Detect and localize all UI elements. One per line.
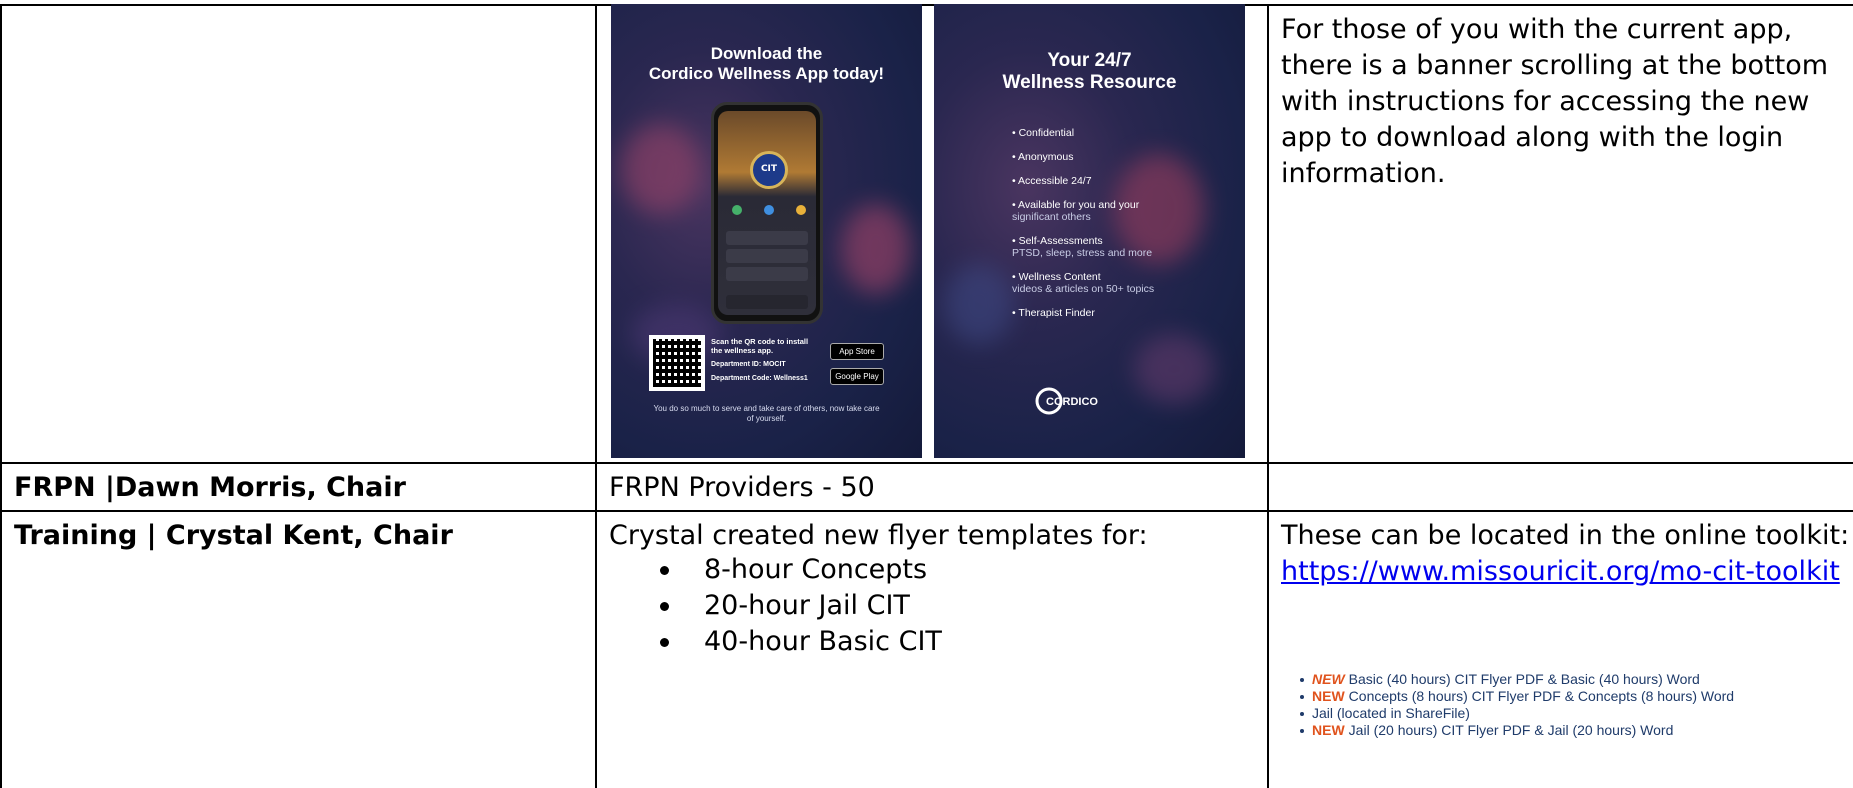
- training-heading: Training | Crystal Kent, Chair: [14, 520, 453, 551]
- feature-item: • Anonymous: [1012, 151, 1074, 163]
- toolkit-item-text: Jail (located in ShareFile): [1312, 705, 1470, 721]
- row1-col3-text: For those of you with the current app, t…: [1281, 14, 1829, 189]
- row2-col1-cell: FRPN |Dawn Morris, Chair: [0, 462, 597, 512]
- list-item: 40-hour Basic CIT: [660, 624, 942, 660]
- new-badge: NEW: [1312, 671, 1345, 687]
- feature-main: Available for you and your: [1018, 199, 1140, 211]
- row3-col3-cell: These can be located in the online toolk…: [1267, 510, 1853, 788]
- toolkit-item-text: Concepts (8 hours) CIT Flyer PDF & Conce…: [1348, 688, 1735, 704]
- svg-text:CORDICO: CORDICO: [1046, 396, 1098, 408]
- toolkit-item-text: Jail (20 hours) CIT Flyer PDF & Jail (20…: [1348, 722, 1674, 738]
- feature-main: Wellness Content: [1018, 271, 1101, 283]
- feature-item: • Available for you and your significant …: [1012, 199, 1232, 223]
- toolkit-link[interactable]: https://www.missouricit.org/mo-cit-toolk…: [1281, 556, 1840, 587]
- feature-item: • Confidential: [1012, 127, 1075, 139]
- frpn-providers-text: FRPN Providers - 50: [609, 472, 875, 503]
- department-code: Department Code: Wellness1: [711, 375, 808, 382]
- google-play-badge: Google Play: [830, 368, 884, 385]
- flyer-left-title: Download the Cordico Wellness App today!: [611, 44, 922, 84]
- row2-col2-cell: FRPN Providers - 50: [595, 462, 1269, 512]
- row1-col3-cell: For those of you with the current app, t…: [1267, 4, 1853, 464]
- row1-col1-cell: [0, 4, 597, 464]
- toolkit-paragraph: These can be located in the online toolk…: [1269, 512, 1853, 596]
- department-id: Department ID: MOCIT: [711, 361, 786, 368]
- toolkit-intro-text: These can be located in the online toolk…: [1281, 520, 1850, 551]
- bokeh-light: [944, 264, 1014, 344]
- toolkit-item-text: Basic (40 hours) CIT Flyer PDF & Basic (…: [1348, 671, 1700, 687]
- toolkit-item[interactable]: NEW Jail (20 hours) CIT Flyer PDF & Jail …: [1300, 722, 1734, 739]
- seal-text: CIT: [760, 164, 778, 174]
- toolkit-item[interactable]: Jail (located in ShareFile): [1300, 705, 1734, 722]
- flyer-tagline: You do so much to serve and take care of…: [653, 404, 880, 423]
- feature-main: Self-Assessments: [1018, 235, 1103, 247]
- phone-menu-bar: [726, 231, 808, 245]
- feature-item: • Self-Assessments PTSD, sleep, stress an…: [1012, 235, 1232, 259]
- cordico-download-flyer: Download the Cordico Wellness App today!…: [611, 4, 922, 458]
- toolkit-list: NEW Basic (40 hours) CIT Flyer PDF & Basi…: [1300, 671, 1734, 739]
- feature-item: • Accessible 24/7: [1012, 175, 1092, 187]
- feature-main: Accessible 24/7: [1018, 175, 1092, 187]
- bokeh-light: [841, 204, 911, 294]
- frpn-heading: FRPN |Dawn Morris, Chair: [14, 472, 406, 503]
- phone-menu-bar: [726, 249, 808, 263]
- document-table: For those of you with the current app, t…: [0, 0, 1853, 788]
- feature-list: • Confidential • Anonymous • Accessible 24…: [1012, 127, 1232, 331]
- feature-main: Confidential: [1018, 127, 1075, 139]
- new-badge: NEW: [1312, 688, 1345, 704]
- qr-code-icon: [649, 335, 705, 391]
- feature-item: • Therapist Finder: [1012, 307, 1095, 319]
- new-badge: NEW: [1312, 722, 1345, 738]
- phone-menu-bar: [726, 267, 808, 281]
- flyer-right-title: Your 24/7 Wellness Resource: [934, 50, 1245, 94]
- row2-col3-cell: [1267, 462, 1853, 512]
- feature-sub: videos & articles on 50+ topics: [1012, 283, 1155, 295]
- flyer-right-title-line2: Wellness Resource: [1002, 72, 1177, 93]
- feature-item: • Wellness Content videos & articles on 5…: [1012, 271, 1232, 295]
- app-circle-icon: [796, 205, 806, 215]
- list-item: 20-hour Jail CIT: [660, 588, 942, 624]
- phone-mockup: CIT: [711, 102, 823, 324]
- flyer-right-title-line1: Your 24/7: [1047, 50, 1132, 71]
- flyer-left-title-line1: Download the: [710, 44, 823, 63]
- app-circle-icon: [764, 205, 774, 215]
- feature-sub: PTSD, sleep, stress and more: [1012, 247, 1153, 259]
- toolkit-item[interactable]: NEW Concepts (8 hours) CIT Flyer PDF & Co…: [1300, 688, 1734, 705]
- toolkit-item[interactable]: NEW Basic (40 hours) CIT Flyer PDF & Basi…: [1300, 671, 1734, 688]
- flyer-template-list: 8-hour Concepts 20-hour Jail CIT 40-hour B…: [660, 552, 942, 660]
- row3-col1-cell: Training | Crystal Kent, Chair: [0, 510, 597, 788]
- flyer-left-title-line2: Cordico Wellness App today!: [648, 64, 885, 83]
- list-item: 8-hour Concepts: [660, 552, 942, 588]
- app-store-badge: App Store: [830, 343, 884, 360]
- feature-main: Therapist Finder: [1018, 307, 1095, 319]
- cordico-logo-icon: CORDICO: [1035, 387, 1098, 415]
- feature-sub: significant others: [1012, 211, 1091, 223]
- bokeh-light: [621, 124, 701, 214]
- scan-instructions: Scan the QR code to install the wellness…: [711, 337, 809, 355]
- cordico-features-flyer: Your 24/7 Wellness Resource • Confidenti…: [934, 4, 1245, 458]
- phone-nav-bar: [726, 295, 808, 309]
- feature-main: Anonymous: [1018, 151, 1074, 163]
- app-circle-icon: [732, 205, 742, 215]
- bokeh-light: [1134, 334, 1214, 404]
- phone-screen: CIT: [718, 111, 816, 315]
- cit-seal-icon: CIT: [750, 151, 788, 189]
